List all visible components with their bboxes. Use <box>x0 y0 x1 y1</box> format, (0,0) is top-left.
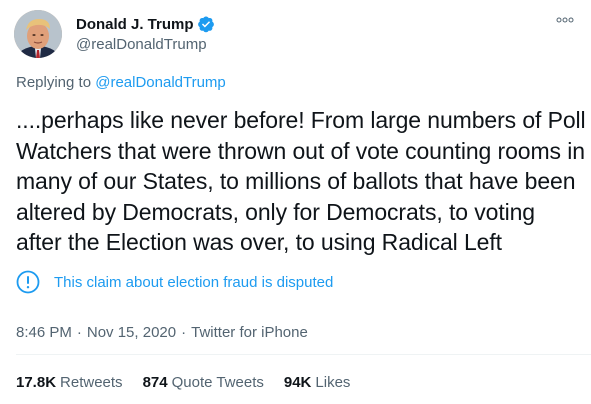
disputed-claim-text[interactable]: This claim about election fraud is dispu… <box>54 274 333 291</box>
disputed-claim-label[interactable]: This claim about election fraud is dispu… <box>16 270 333 294</box>
meta-separator: · <box>76 324 82 341</box>
exclamation-circle-icon <box>16 270 40 294</box>
likes-stat[interactable]: 94K Likes <box>284 374 351 391</box>
tweet-meta: 8:46 PM · Nov 15, 2020 · Twitter for iPhone <box>16 324 308 341</box>
reply-mention-link[interactable]: @realDonaldTrump <box>95 74 226 91</box>
tweet-stats: 17.8K Retweets 874 Quote Tweets 94K Likes <box>16 374 370 391</box>
retweets-label: Retweets <box>60 374 123 391</box>
tweet: Donald J. Trump @realDonaldTrump Replyin… <box>0 0 591 404</box>
replying-prefix: Replying to <box>16 74 96 91</box>
handle[interactable]: @realDonaldTrump <box>76 36 215 53</box>
replying-to: Replying to @realDonaldTrump <box>16 74 226 91</box>
quote-tweets-stat[interactable]: 874 Quote Tweets <box>143 374 264 391</box>
retweets-stat[interactable]: 17.8K Retweets <box>16 374 123 391</box>
quote-tweets-count: 874 <box>142 374 168 391</box>
retweets-count: 17.8K <box>16 374 57 391</box>
avatar-portrait-icon <box>14 10 62 58</box>
likes-label: Likes <box>315 374 351 391</box>
display-name[interactable]: Donald J. Trump <box>76 16 194 33</box>
tweet-text: ....perhaps like never before! From larg… <box>16 107 586 255</box>
name-row: Donald J. Trump <box>76 14 215 34</box>
tweet-time[interactable]: 8:46 PM <box>16 324 72 341</box>
likes-count: 94K <box>283 374 312 391</box>
tweet-source[interactable]: Twitter for iPhone <box>191 324 308 341</box>
tweet-date[interactable]: Nov 15, 2020 <box>87 324 176 341</box>
meta-separator-2: · <box>181 324 187 341</box>
quote-tweets-label: Quote Tweets <box>171 374 264 391</box>
more-options-icon[interactable] <box>555 14 575 26</box>
avatar[interactable] <box>14 10 62 58</box>
verified-badge-icon <box>197 15 215 33</box>
author-block: Donald J. Trump @realDonaldTrump <box>76 14 215 53</box>
divider <box>16 354 591 355</box>
